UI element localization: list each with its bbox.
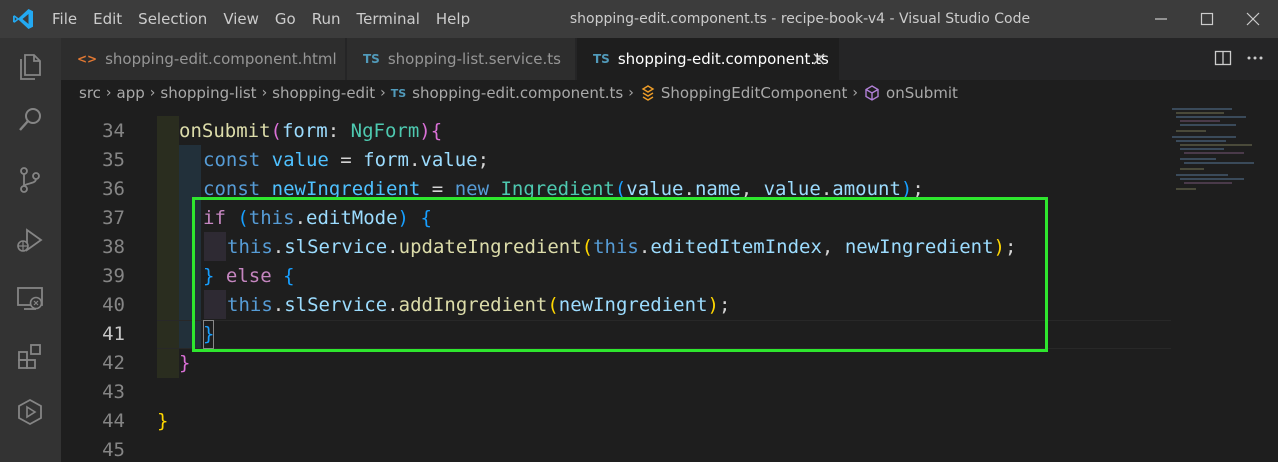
editor-tabs: <> shopping-edit.component.html TS shopp… (61, 38, 1278, 80)
line-number: 43 (102, 381, 125, 403)
line-number: 44 (102, 410, 125, 432)
breadcrumb-app[interactable]: app (117, 84, 145, 102)
breadcrumb-src[interactable]: src (79, 84, 101, 102)
maximize-button[interactable] (1184, 0, 1230, 38)
menu-terminal[interactable]: Terminal (349, 0, 428, 38)
menu-edit[interactable]: Edit (85, 0, 130, 38)
maximize-icon (1200, 12, 1214, 26)
breadcrumb: src › app › shopping-list › shopping-edi… (61, 80, 1278, 106)
minimap[interactable] (1170, 106, 1270, 206)
line-number: 39 (102, 265, 125, 287)
chevron-right-icon: › (261, 85, 268, 101)
more-actions-icon[interactable] (1245, 48, 1265, 68)
minimize-icon (1155, 18, 1167, 20)
explorer-icon[interactable] (14, 50, 46, 82)
code-text: } (179, 352, 191, 374)
window-title: shopping-edit.component.ts - recipe-book… (569, 11, 1031, 27)
breadcrumb-shopping-edit[interactable]: shopping-edit (272, 84, 375, 102)
html-file-icon: <> (77, 52, 98, 66)
code-line-35: 35 const value = form.value; (61, 146, 1171, 175)
typescript-file-icon: TS (390, 86, 407, 100)
code-line-43: 43 (61, 378, 1171, 407)
menu-view[interactable]: View (215, 0, 267, 38)
code-text: } (157, 410, 169, 432)
activity-bar (0, 38, 61, 462)
menu-selection[interactable]: Selection (130, 0, 215, 38)
title-bar: File Edit Selection View Go Run Terminal… (0, 0, 1278, 38)
code-line-34: 34 onSubmit(form: NgForm){ (61, 117, 1171, 146)
line-number: 36 (102, 178, 125, 200)
breadcrumb-method[interactable]: onSubmit (886, 84, 958, 102)
highlight-annotation-box (192, 197, 1048, 352)
menu-go[interactable]: Go (267, 0, 304, 38)
run-debug-icon[interactable] (14, 224, 46, 256)
typescript-file-icon: TS (363, 52, 380, 66)
remote-explorer-icon[interactable] (14, 282, 46, 314)
class-symbol-icon (641, 85, 655, 101)
breadcrumb-class[interactable]: ShoppingEditComponent (661, 84, 848, 102)
line-number: 40 (102, 294, 125, 316)
vscode-logo-icon (13, 9, 33, 29)
menu-run[interactable]: Run (304, 0, 349, 38)
line-number: 35 (102, 149, 125, 171)
split-editor-icon[interactable] (1213, 48, 1233, 68)
extensions-icon[interactable] (14, 340, 46, 372)
line-number: 42 (102, 352, 125, 374)
menu-bar: File Edit Selection View Go Run Terminal… (44, 0, 478, 38)
code-line-42: 42 } (61, 349, 1171, 378)
search-icon[interactable] (14, 104, 46, 136)
source-control-icon[interactable] (14, 164, 46, 196)
tab-shopping-edit-ts[interactable]: TS shopping-edit.component.ts (577, 38, 840, 80)
code-editor[interactable]: 34 onSubmit(form: NgForm){ 35 const valu… (61, 106, 1278, 462)
chevron-right-icon: › (380, 85, 386, 101)
line-number: 37 (102, 207, 125, 229)
method-symbol-icon (865, 85, 879, 101)
tab-label: shopping-edit.component.ts (617, 50, 829, 68)
tab-shopping-edit-html[interactable]: <> shopping-edit.component.html (61, 38, 346, 80)
chevron-right-icon: › (105, 85, 112, 101)
code-line-44: 44 } (61, 407, 1171, 436)
line-number: 38 (102, 236, 125, 258)
menu-file[interactable]: File (44, 0, 85, 38)
code-text: onSubmit(form: NgForm){ (179, 120, 443, 142)
close-tab-icon[interactable] (811, 51, 827, 67)
code-line-45: 45 (61, 436, 1171, 462)
chevron-right-icon: › (852, 85, 859, 101)
chevron-right-icon: › (149, 85, 156, 101)
code-text: const value = form.value; (203, 149, 490, 171)
close-window-button[interactable] (1230, 0, 1276, 38)
line-number: 34 (102, 120, 125, 142)
testing-icon[interactable] (14, 396, 46, 428)
minimize-button[interactable] (1138, 0, 1184, 38)
line-number: 45 (102, 439, 125, 461)
close-icon (1246, 12, 1260, 26)
line-number: 41 (102, 323, 125, 345)
chevron-right-icon: › (628, 85, 634, 101)
tab-label: shopping-list.service.ts (387, 50, 561, 68)
tab-shopping-list-service[interactable]: TS shopping-list.service.ts (347, 38, 576, 80)
typescript-file-icon: TS (593, 52, 610, 66)
breadcrumb-shopping-list[interactable]: shopping-list (160, 84, 256, 102)
breadcrumb-file[interactable]: shopping-edit.component.ts (412, 84, 623, 102)
menu-help[interactable]: Help (428, 0, 478, 38)
tab-label: shopping-edit.component.html (105, 50, 337, 68)
